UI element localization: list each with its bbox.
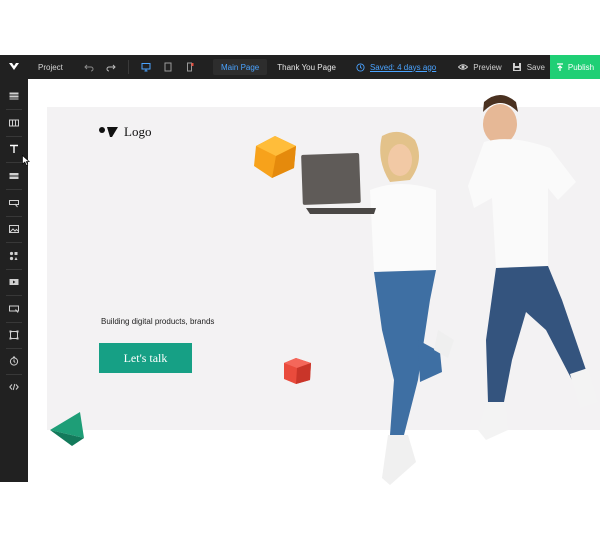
upload-icon [556,62,563,71]
clock-icon [356,62,365,72]
preview-button[interactable]: Preview [458,62,502,72]
green-pyramid-icon [50,412,84,446]
save-button[interactable]: Save [512,62,545,72]
sidebar-divider [6,136,22,137]
logo-mark-icon [99,127,118,137]
sidebar-divider [6,216,22,217]
undo-icon[interactable] [78,55,100,79]
save-label: Save [526,62,545,72]
tab-main-page[interactable]: Main Page [213,59,268,75]
app-logo-icon[interactable] [0,55,28,79]
floppy-icon [512,63,521,71]
preview-label: Preview [473,62,502,72]
sidebar-divider [6,109,22,110]
site-logo[interactable]: Logo [98,124,151,140]
sidebar-divider [6,322,22,323]
sidebar-divider [6,374,22,375]
publish-label: Publish [567,62,595,72]
shapes-icon[interactable] [0,248,28,264]
sidebar-divider [6,189,22,190]
tablet-view-icon[interactable] [157,55,179,79]
image-icon[interactable] [0,221,28,237]
section-icon[interactable] [0,88,28,104]
hero-tagline: Building digital products, brands [101,317,215,326]
mouse-cursor-icon [22,155,30,166]
video-icon[interactable] [0,274,28,290]
saved-status[interactable]: Saved: 4 days ago [356,63,436,72]
timer-icon[interactable] [0,353,28,369]
sidebar-divider [6,162,22,163]
lets-talk-button[interactable]: Let's talk [99,343,192,373]
divider-icon[interactable] [0,168,28,184]
eye-icon [458,64,469,70]
sidebar-divider [6,269,22,270]
saved-label: Saved: 4 days ago [369,62,437,72]
mobile-view-icon[interactable] [179,55,201,79]
sidebar-divider [6,348,22,349]
redo-icon[interactable] [100,55,122,79]
code-icon[interactable] [0,379,28,395]
element-sidebar [0,79,28,482]
button-icon[interactable] [0,195,28,211]
hero-people-image [301,95,598,485]
logo-text: Logo [124,124,152,139]
sidebar-divider [6,295,22,296]
desktop-view-icon[interactable] [135,55,157,79]
editor-window: Project Main Page Thank You Page Saved: … [0,0,600,540]
toolbar-divider [128,60,129,74]
sidebar-divider [6,242,22,243]
box-icon[interactable] [0,327,28,343]
project-menu[interactable]: Project [38,63,78,72]
form-icon[interactable] [0,301,28,317]
top-toolbar: Project Main Page Thank You Page Saved: … [0,55,600,79]
row-icon[interactable] [0,115,28,131]
tab-thank-you-page[interactable]: Thank You Page [271,63,342,72]
publish-button[interactable]: Publish [550,55,600,79]
